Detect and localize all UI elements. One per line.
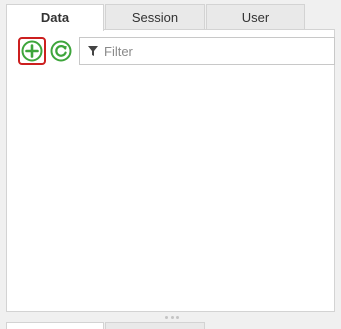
data-panel: Data Session User: [0, 0, 341, 329]
panel-splitter[interactable]: [6, 312, 335, 322]
splitter-grip-icon: [165, 316, 179, 319]
tab-session[interactable]: Session: [105, 4, 205, 29]
refresh-icon: [50, 40, 72, 62]
tab-bar-filler: [306, 4, 335, 29]
add-button[interactable]: [18, 37, 46, 65]
tab-bar: Data Session User: [6, 4, 335, 31]
refresh-button[interactable]: [49, 39, 73, 63]
bottom-tab[interactable]: [6, 322, 104, 329]
filter-field[interactable]: [79, 37, 335, 65]
bottom-tab-bar: [6, 322, 335, 329]
plus-circle-icon: [21, 40, 43, 62]
tab-user[interactable]: User: [206, 4, 305, 29]
tab-data[interactable]: Data: [6, 4, 104, 31]
data-tab-content: [6, 29, 335, 312]
bottom-tab[interactable]: [105, 322, 205, 329]
filter-input[interactable]: [104, 38, 330, 64]
funnel-icon: [88, 46, 98, 56]
